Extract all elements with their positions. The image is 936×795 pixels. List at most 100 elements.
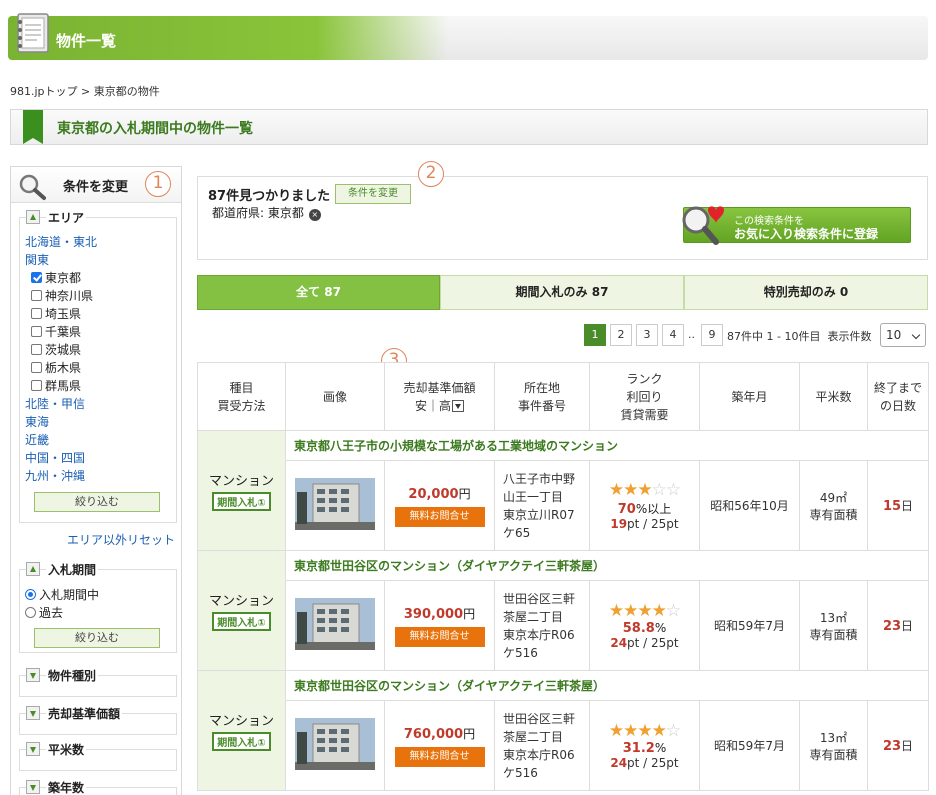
star-empty-icon: ☆ [651,480,667,500]
expand-icon[interactable] [26,742,40,756]
checkbox-icon[interactable] [31,290,42,301]
table-row: 390,000円 無料お問合せ 世田谷区三軒 茶屋二丁目 東京本庁R06 ケ516 ★… [198,580,929,671]
filter-building-age[interactable]: 築年数 [19,779,177,795]
expand-icon[interactable] [26,668,40,682]
filter-floor-area[interactable]: 平米数 [19,741,177,771]
checkbox-icon[interactable] [31,362,42,373]
result-summary: 87件見つかりました 条件を変更 2 都道府県: 東京都 × この検索条件を お気… [197,161,928,260]
pref-checkbox-saitama[interactable]: 埼玉県 [31,305,81,322]
checkbox-icon[interactable] [31,344,42,355]
property-title-link[interactable]: 東京都世田谷区のマンション（ダイヤアクテイ三軒茶屋） [285,550,929,581]
address-cell: 八王子市中野 山王一丁目 東京立川R07 ケ65 [494,460,590,551]
free-inquiry-button[interactable]: 無料お問合せ [394,746,485,767]
checkbox-icon[interactable] [31,380,42,391]
col-built: 築年月 [699,362,800,431]
collapse-area-icon[interactable] [26,210,40,224]
pref-checkbox-kanagawa[interactable]: 神奈川県 [31,287,93,304]
expand-icon[interactable] [26,780,40,794]
remove-filter-icon[interactable]: × [308,209,321,221]
radio-bid-past[interactable]: 過去 [25,604,63,621]
checkbox-icon[interactable] [31,308,42,319]
base-price: 390,000 [403,606,464,622]
property-type: マンション [208,474,274,489]
area-cell: 13㎡ 専有面積 [799,580,868,671]
rent-demand-points: 24 [610,756,628,770]
pref-checkbox-ibaraki[interactable]: 茨城県 [31,341,81,358]
page-info: 87件中 1 - 10件目 表示件数 [727,330,872,343]
star-filled-icon: ★ [637,721,652,741]
star-filled-icon: ★ [623,480,638,500]
tab-all[interactable]: 全て 87 [197,275,440,310]
collapse-bid-period-icon[interactable] [26,562,40,576]
area-filter: エリア 北海道・東北 関東 東京都 神奈川県 埼玉県 千葉県 茨城県 栃木県 群… [19,209,177,523]
per-page-select[interactable]: 10 [880,323,926,347]
col-price[interactable]: 売却基準価額 安｜高 [384,362,495,431]
rent-demand-points: 24 [610,636,628,650]
image-cell [285,460,385,551]
star-filled-icon: ★ [637,480,652,500]
col-type: 種目 買受方法 [197,362,286,431]
change-conditions-button[interactable]: 条件を変更 [335,184,411,204]
area-narrow-button[interactable]: 絞り込む [34,492,160,512]
area-link-chugoku[interactable]: 中国・四国 [25,449,85,466]
free-inquiry-button[interactable]: 無料お問合せ [394,506,485,527]
area-link-kyushu[interactable]: 九州・沖縄 [25,467,85,484]
radio-checked-icon[interactable] [25,589,36,600]
price-cell: 390,000円 無料お問合せ [384,580,495,671]
expand-icon[interactable] [26,706,40,720]
free-inquiry-button[interactable]: 無料お問合せ [394,626,485,647]
page-last[interactable]: 9 [701,324,723,346]
area-reset-link[interactable]: エリア以外リセット [67,531,175,548]
sort-dropdown-icon[interactable] [452,399,464,412]
filter-property-type[interactable]: 物件種別 [19,667,177,697]
property-title-link[interactable]: 東京都世田谷区のマンション（ダイヤアクテイ三軒茶屋） [285,670,929,701]
magnifier-heart-icon [682,206,724,245]
rank-stars: ★★★★☆ [590,601,699,621]
property-photo[interactable] [295,478,375,530]
page-1[interactable]: 1 [584,324,606,346]
pref-checkbox-chiba[interactable]: 千葉県 [31,323,81,340]
property-photo[interactable] [295,718,375,770]
star-filled-icon: ★ [608,601,624,621]
checkbox-checked-icon[interactable] [31,272,42,283]
pref-checkbox-gunma[interactable]: 群馬県 [31,377,81,394]
tab-special-sale[interactable]: 特別売却のみ 0 [684,275,928,310]
type-cell: マンション 期間入札① [197,670,286,791]
table-header-row: 種目 買受方法 画像 売却基準価額 安｜高 所在地 事件番号 ランク 利回り 賃貸需要 築… [197,362,929,431]
step-number-1: 1 [145,171,171,197]
checkbox-icon[interactable] [31,326,42,337]
tab-period-bid[interactable]: 期間入札のみ 87 [440,275,684,310]
property-photo[interactable] [295,598,375,650]
built-date: 昭和56年10月 [699,460,800,551]
radio-icon[interactable] [25,607,36,618]
save-favorite-search-button[interactable]: この検索条件を お気に入り検索条件に登録 [682,206,911,245]
building-photo-icon [295,478,375,530]
property-type: マンション [208,594,274,609]
col-image: 画像 [285,362,385,431]
area-link-hokuriku[interactable]: 北陸・甲信 [25,395,85,412]
filter-base-price[interactable]: 売却基準価額 [19,705,177,735]
address-cell: 世田谷区三軒 茶屋二丁目 東京本庁R06 ケ516 [494,580,590,671]
page-4[interactable]: 4 [662,324,684,346]
page-2[interactable]: 2 [610,324,632,346]
bid-narrow-button[interactable]: 絞り込む [34,628,160,648]
area-link-kinki[interactable]: 近畿 [25,431,49,448]
rank-cell: ★★★★☆ 31.2% 24pt / 25pt [589,700,700,791]
magnifier-icon [19,174,46,200]
area-cell: 49㎡ 専有面積 [799,460,868,551]
area-link-tokai[interactable]: 東海 [25,413,49,430]
page-3[interactable]: 3 [636,324,658,346]
star-filled-icon: ★ [623,601,638,621]
pref-checkbox-tochigi[interactable]: 栃木県 [31,359,81,376]
area-link-hokkaido[interactable]: 北海道・東北 [25,233,97,250]
days-remaining: 23 [882,619,902,634]
property-title-link[interactable]: 東京都八王子市の小規模な工場がある工業地域のマンション [285,430,929,461]
area-link-kanto[interactable]: 関東 [25,251,49,268]
radio-bid-active[interactable]: 入札期間中 [25,586,99,603]
star-empty-icon: ☆ [665,480,681,500]
area-cell: 13㎡ 専有面積 [799,700,868,791]
pref-checkbox-tokyo[interactable]: 東京都 [31,269,81,286]
page-header: 物件一覧 [8,13,928,60]
breadcrumb-home[interactable]: 981.jpトップ [10,85,78,98]
sidebar-title: 条件を変更 [63,180,129,195]
